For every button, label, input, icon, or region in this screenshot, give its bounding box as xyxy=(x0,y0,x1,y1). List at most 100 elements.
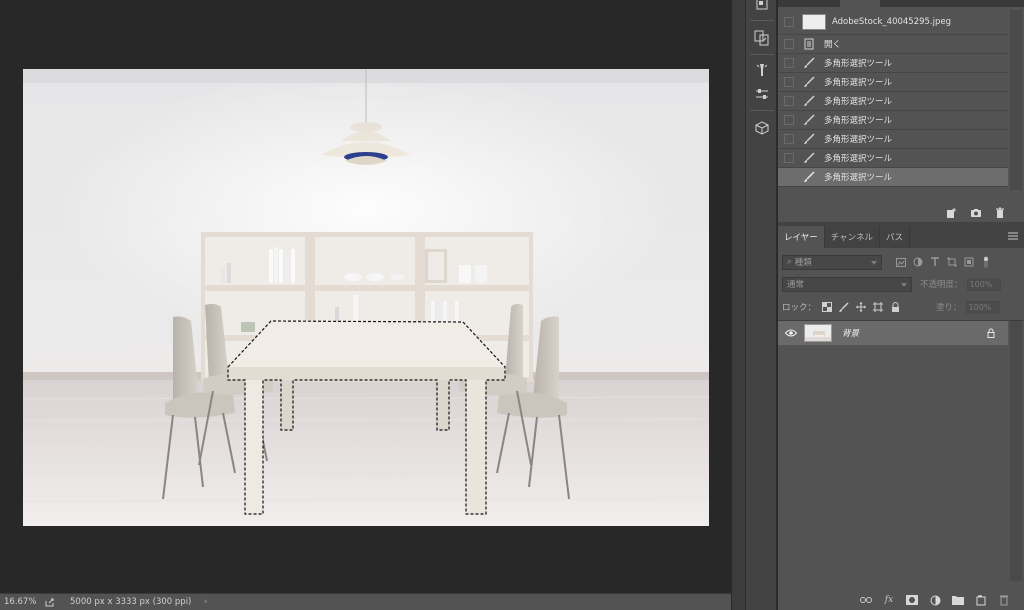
link-layers-icon[interactable] xyxy=(860,594,872,606)
fill-input[interactable]: 100% xyxy=(965,300,1000,314)
history-source-checkbox[interactable] xyxy=(784,153,794,163)
history-state[interactable]: 多角形選択ツール xyxy=(778,111,1008,130)
brush-icon xyxy=(802,75,816,89)
lock-artboard-icon[interactable] xyxy=(873,302,884,312)
history-source-checkbox[interactable] xyxy=(784,77,794,87)
status-bar: 16.67% 5000 px x 3333 px (300 ppi) › xyxy=(0,593,731,610)
history-panel-tabs xyxy=(778,0,1024,7)
lock-label: ロック： xyxy=(782,303,817,313)
history-state[interactable]: 多角形選択ツール xyxy=(778,130,1008,149)
opacity-input[interactable]: 100% xyxy=(966,277,1001,291)
history-source-checkbox[interactable] xyxy=(784,134,794,144)
tab-layers[interactable]: レイヤー xyxy=(778,226,825,248)
brush-icon xyxy=(802,113,816,127)
3d-panel-icon[interactable] xyxy=(752,118,772,138)
tab-channels[interactable]: チャンネル xyxy=(825,226,880,248)
history-state-label: 開く xyxy=(824,40,842,50)
history-source-checkbox[interactable] xyxy=(784,172,794,182)
layer-row-background[interactable]: 背景 xyxy=(778,321,1008,345)
lock-transparent-pixels-icon[interactable] xyxy=(822,302,833,312)
history-state[interactable]: 開く xyxy=(778,35,1008,54)
history-footer xyxy=(778,203,1024,222)
document-size-info: 5000 px x 3333 px (300 ppi) xyxy=(70,597,192,607)
layer-filter-row: ⌕ 種類 xyxy=(782,254,1018,270)
history-state[interactable]: 多角形選択ツール xyxy=(778,73,1008,92)
layers-panel-tabs: レイヤー チャンネル パス xyxy=(778,226,1024,248)
filter-kind-value: 種類 xyxy=(794,258,812,268)
add-mask-icon[interactable] xyxy=(906,594,918,606)
history-snapshot[interactable]: AdobeStock_40045295.jpeg xyxy=(778,10,1008,35)
history-source-checkbox[interactable] xyxy=(784,58,794,68)
collapsed-panel-strip xyxy=(745,0,777,610)
history-scrollbar[interactable] xyxy=(1010,10,1022,190)
filter-adjustment-icon[interactable] xyxy=(913,257,923,267)
camera-icon[interactable] xyxy=(970,207,982,219)
document-image[interactable] xyxy=(23,69,709,526)
folder-icon[interactable] xyxy=(952,594,964,606)
history-source-checkbox[interactable] xyxy=(784,39,794,49)
search-icon: ⌕ xyxy=(787,257,792,267)
snapshot-source-checkbox[interactable] xyxy=(784,17,794,27)
filter-smart-object-icon[interactable] xyxy=(964,257,974,267)
trash-icon[interactable] xyxy=(994,207,1006,219)
layer-thumbnail xyxy=(804,324,832,342)
snapshot-name: AdobeStock_40045295.jpeg xyxy=(832,17,952,27)
lock-all-icon[interactable] xyxy=(890,302,900,312)
blend-mode-value: 通常 xyxy=(787,280,805,290)
blend-row: 通常 不透明度： 100% xyxy=(782,276,1018,292)
filter-type-icon[interactable] xyxy=(930,257,940,267)
adjustments-panel-icon[interactable] xyxy=(752,84,772,104)
snapshot-thumbnail xyxy=(802,14,826,30)
history-state[interactable]: 多角形選択ツール xyxy=(778,54,1008,73)
brush-icon xyxy=(802,170,816,184)
layers-scrollbar[interactable] xyxy=(1010,321,1022,581)
tab-history[interactable] xyxy=(840,0,880,7)
history-list: AdobeStock_40045295.jpeg 開く 多角形選択ツール 多角形… xyxy=(778,10,1008,187)
brush-settings-panel-icon[interactable] xyxy=(752,60,772,80)
adjustment-layer-icon[interactable] xyxy=(929,594,941,606)
properties-panel-icon[interactable] xyxy=(752,0,772,14)
blend-mode-select[interactable]: 通常 xyxy=(782,276,912,292)
layer-name[interactable]: 背景 xyxy=(842,327,859,339)
history-state-selected[interactable]: 多角形選択ツール xyxy=(778,168,1008,187)
dock-gutter xyxy=(731,0,745,610)
lock-icon xyxy=(986,328,996,338)
brush-icon xyxy=(802,132,816,146)
history-state-label: 多角形選択ツール xyxy=(824,154,893,164)
lock-position-icon[interactable] xyxy=(856,302,867,312)
lock-image-pixels-icon[interactable] xyxy=(839,302,849,312)
history-state[interactable]: 多角形選択ツール xyxy=(778,92,1008,111)
layers-panel: レイヤー チャンネル パス ⌕ 種類 通常 不透明度： 100% ロック： 塗り… xyxy=(778,226,1024,610)
document-icon xyxy=(802,37,816,51)
brush-icon xyxy=(802,94,816,108)
eye-visibility-icon[interactable] xyxy=(784,328,798,338)
fx-icon[interactable]: fx xyxy=(883,594,895,606)
tab-paths[interactable]: パス xyxy=(880,226,911,248)
clone-source-panel-icon[interactable] xyxy=(752,28,772,48)
export-icon[interactable] xyxy=(44,598,56,607)
history-source-checkbox[interactable] xyxy=(784,115,794,125)
opacity-label: 不透明度： xyxy=(920,280,963,290)
filter-kind-select[interactable]: ⌕ 種類 xyxy=(782,254,882,270)
lock-row: ロック： 塗り： 100% xyxy=(782,299,1018,315)
history-panel: AdobeStock_40045295.jpeg 開く 多角形選択ツール 多角形… xyxy=(778,0,1024,222)
status-menu-arrow-icon[interactable]: › xyxy=(204,597,207,607)
history-state[interactable]: 多角形選択ツール xyxy=(778,149,1008,168)
right-panel-dock: AdobeStock_40045295.jpeg 開く 多角形選択ツール 多角形… xyxy=(778,0,1024,610)
filter-toggle-icon[interactable] xyxy=(981,256,991,268)
brush-icon xyxy=(802,56,816,70)
new-layer-icon[interactable] xyxy=(975,594,987,606)
filter-pixel-icon[interactable] xyxy=(896,257,906,267)
panel-menu-icon[interactable] xyxy=(1008,232,1018,242)
history-state-label: 多角形選択ツール xyxy=(824,135,893,145)
zoom-level[interactable]: 16.67% xyxy=(4,597,44,607)
filter-shape-icon[interactable] xyxy=(947,257,957,267)
history-source-checkbox[interactable] xyxy=(784,96,794,106)
brush-icon xyxy=(802,151,816,165)
history-state-label: 多角形選択ツール xyxy=(824,97,893,107)
history-state-label: 多角形選択ツール xyxy=(824,78,893,88)
document-canvas-area[interactable] xyxy=(0,0,731,593)
delete-layer-icon[interactable] xyxy=(998,594,1010,606)
new-document-from-state-icon[interactable] xyxy=(946,207,958,219)
fill-label: 塗り： xyxy=(936,303,962,313)
